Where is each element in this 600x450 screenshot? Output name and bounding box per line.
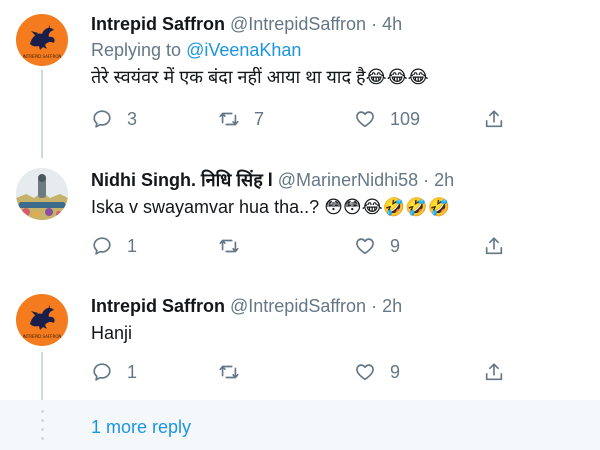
share-icon bbox=[485, 237, 503, 255]
retweet-icon bbox=[219, 239, 239, 253]
svg-text:INTREPID SAFFRON: INTREPID SAFFRON bbox=[23, 334, 62, 339]
reply-button[interactable]: 1 bbox=[91, 358, 137, 386]
user-handle[interactable]: @IntrepidSaffron bbox=[230, 14, 366, 34]
retweet-count: 7 bbox=[254, 108, 265, 129]
retweet-button[interactable] bbox=[218, 232, 254, 260]
like-count: 109 bbox=[390, 108, 421, 129]
reply-count: 1 bbox=[127, 361, 138, 382]
reply-icon bbox=[93, 237, 111, 255]
share-icon bbox=[485, 363, 503, 381]
action-bar: 3 7 109 bbox=[91, 105, 511, 133]
reply-icon bbox=[93, 110, 111, 128]
user-handle[interactable]: @IntrepidSaffron bbox=[230, 296, 366, 316]
share-icon bbox=[485, 110, 503, 128]
tweet-header: Intrepid Saffron @IntrepidSaffron · 2h bbox=[91, 294, 588, 318]
reply-button[interactable]: 3 bbox=[91, 105, 137, 133]
separator-dot: · bbox=[371, 14, 378, 34]
retweet-button[interactable] bbox=[218, 358, 254, 386]
display-name[interactable]: Intrepid Saffron bbox=[91, 296, 225, 316]
like-icon bbox=[356, 238, 374, 255]
tweet[interactable]: Nidhi Singh. निधि सिंह l @MarinerNidhi58… bbox=[0, 158, 600, 282]
tweet-header: Intrepid Saffron @IntrepidSaffron · 4h bbox=[91, 12, 588, 36]
tweet-text: तेरे स्वयंवर में एक बंदा नहीं आया था याद… bbox=[91, 67, 429, 87]
replying-label: Replying to bbox=[91, 40, 187, 60]
tweet-text: Iska v swayamvar hua tha..? 😳😳😂🤣🤣🤣 bbox=[91, 197, 450, 217]
like-count: 9 bbox=[390, 361, 401, 382]
like-count: 9 bbox=[390, 235, 401, 256]
display-name[interactable]: Nidhi Singh. निधि सिंह l bbox=[91, 170, 273, 190]
tweet[interactable]: INTREPID SAFFRON Intrepid Saffron @Intre… bbox=[0, 282, 600, 400]
replying-to-handle-link[interactable]: @iVeenaKhan bbox=[186, 40, 301, 60]
profile-photo-icon bbox=[16, 168, 68, 220]
svg-text:INTREPID SAFFRON: INTREPID SAFFRON bbox=[23, 54, 62, 59]
like-button[interactable]: 9 bbox=[354, 358, 400, 386]
separator-dot: · bbox=[371, 296, 378, 316]
tweet[interactable]: INTREPID SAFFRON Intrepid Saffron @Intre… bbox=[0, 0, 600, 158]
replying-to: Replying to @iVeenaKhan bbox=[91, 38, 588, 62]
avatar[interactable]: INTREPID SAFFRON bbox=[16, 14, 68, 66]
reply-count: 3 bbox=[127, 108, 138, 129]
reply-button[interactable]: 1 bbox=[91, 232, 137, 260]
like-icon bbox=[356, 364, 374, 381]
avatar[interactable]: INTREPID SAFFRON bbox=[16, 294, 68, 346]
retweet-icon bbox=[219, 112, 239, 126]
tweet-header: Nidhi Singh. निधि सिंह l @MarinerNidhi58… bbox=[91, 168, 588, 192]
share-button[interactable] bbox=[483, 358, 505, 386]
share-button[interactable] bbox=[483, 105, 505, 133]
like-button[interactable]: 9 bbox=[354, 232, 400, 260]
timestamp[interactable]: 2h bbox=[382, 296, 402, 316]
thread-dots-icon bbox=[41, 410, 45, 446]
saffron-logo-icon: INTREPID SAFFRON bbox=[23, 305, 62, 339]
like-button[interactable]: 109 bbox=[354, 105, 420, 133]
tweet-text: Hanji bbox=[91, 323, 133, 343]
like-icon bbox=[356, 111, 374, 128]
display-name[interactable]: Intrepid Saffron bbox=[91, 14, 225, 34]
retweet-icon bbox=[219, 365, 239, 379]
avatar[interactable] bbox=[16, 168, 68, 220]
show-more-replies[interactable]: 1 more reply bbox=[0, 400, 600, 450]
reply-icon bbox=[93, 363, 111, 381]
separator-dot: · bbox=[423, 170, 430, 190]
action-bar: 1 9 bbox=[91, 232, 511, 260]
user-handle[interactable]: @MarinerNidhi58 bbox=[278, 170, 418, 190]
thread-line bbox=[41, 70, 43, 158]
saffron-logo-icon: INTREPID SAFFRON bbox=[23, 25, 62, 59]
action-bar: 1 9 bbox=[91, 358, 511, 386]
reply-count: 1 bbox=[127, 235, 138, 256]
retweet-button[interactable]: 7 bbox=[218, 105, 264, 133]
more-replies-link[interactable]: 1 more reply bbox=[91, 417, 191, 438]
timestamp[interactable]: 2h bbox=[434, 170, 454, 190]
share-button[interactable] bbox=[483, 232, 505, 260]
thread-line bbox=[41, 352, 43, 400]
timestamp[interactable]: 4h bbox=[382, 14, 402, 34]
